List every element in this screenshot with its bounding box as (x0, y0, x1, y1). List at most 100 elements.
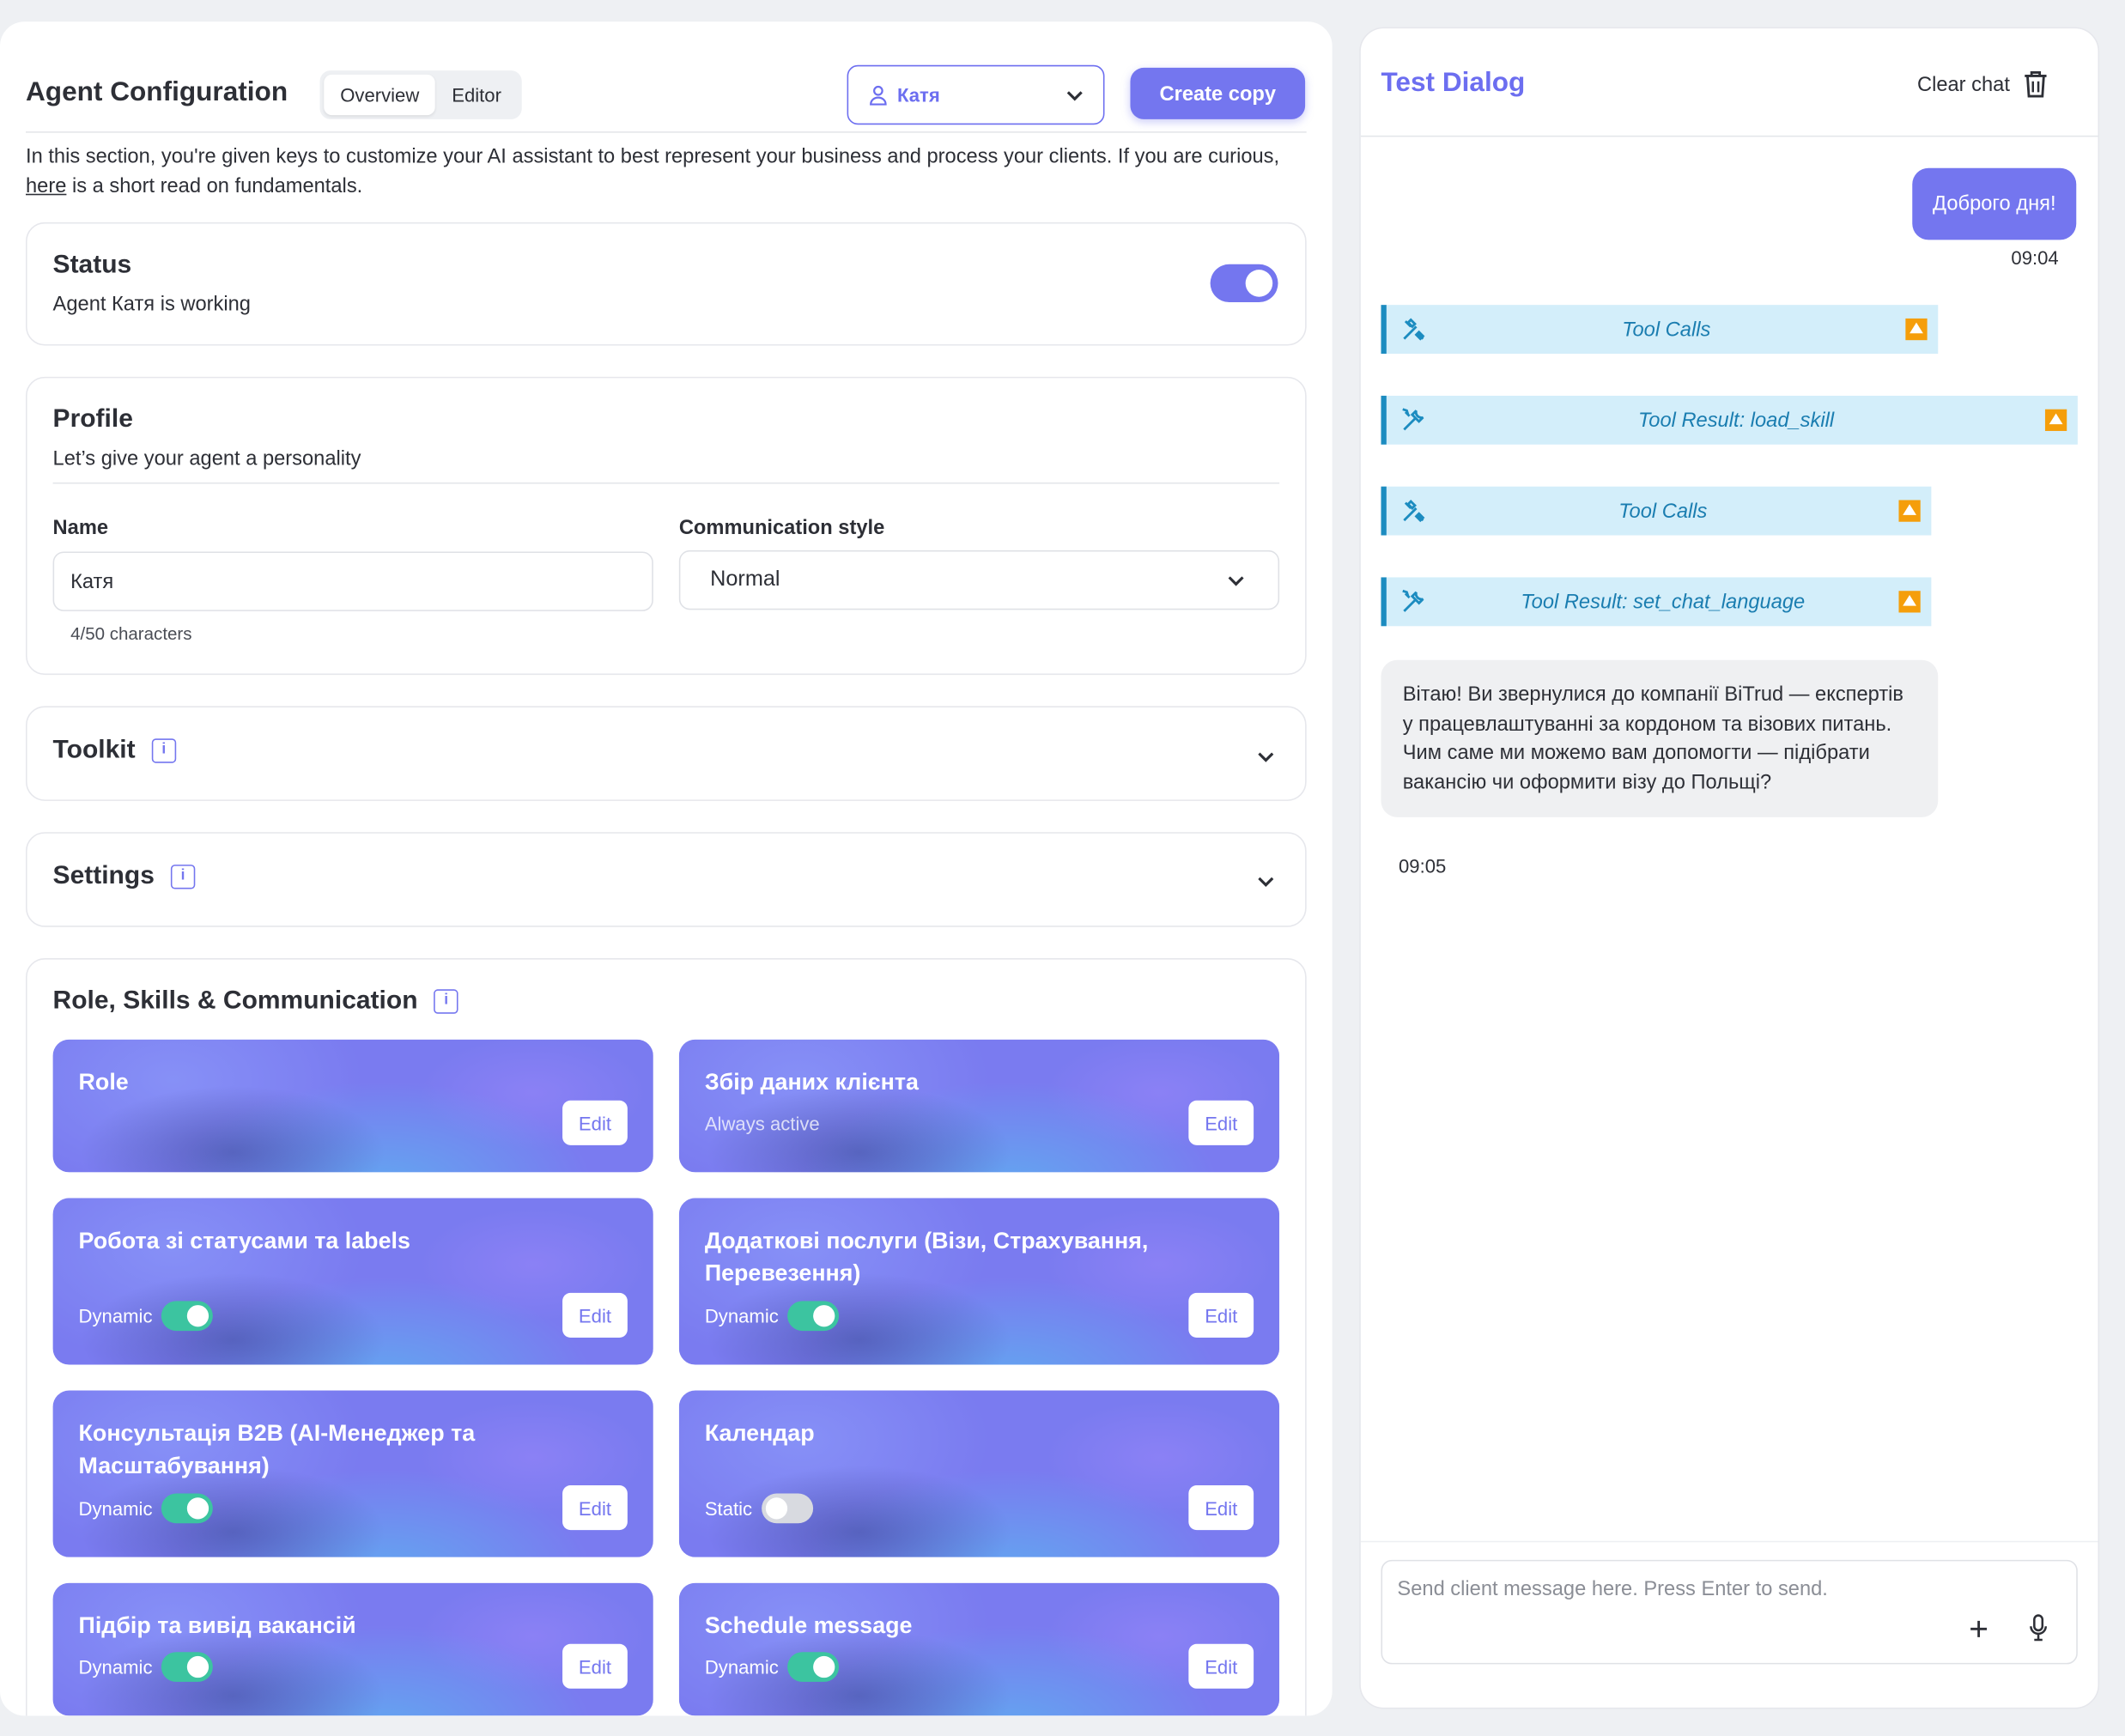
skill-tile-calendar[interactable]: Календар Static Edit (678, 1390, 1280, 1557)
skill-toggle[interactable] (161, 1493, 214, 1524)
name-label: Name (52, 516, 109, 540)
skill-mode: Dynamic (78, 1497, 153, 1520)
assistant-message: Вітаю! Ви звернулися до компанії BiTrud … (1381, 659, 1939, 817)
status-toggle[interactable] (1210, 264, 1278, 303)
skill-mode-row: Dynamic (78, 1493, 214, 1524)
warning-icon (2044, 409, 2067, 431)
dialog-title: Test Dialog (1381, 67, 1526, 98)
edit-button[interactable]: Edit (1188, 1100, 1254, 1145)
tool-call-label: Tool Calls (1618, 499, 1708, 523)
warning-icon (1898, 591, 1921, 613)
skill-mode-row: Static (705, 1493, 814, 1524)
view-tabs: Overview Editor (319, 70, 522, 119)
name-input[interactable]: Катя (52, 551, 653, 611)
skill-title: Role (78, 1069, 129, 1096)
tools-icon (1403, 318, 1425, 341)
warning-icon (1898, 500, 1921, 522)
microphone-icon[interactable] (2029, 1614, 2048, 1642)
status-card: Status Agent Катя is working (25, 222, 1307, 346)
skill-toggle[interactable] (762, 1493, 814, 1524)
settings-title: Settings (52, 861, 155, 891)
info-icon[interactable]: i (151, 738, 176, 763)
edit-button[interactable]: Edit (1188, 1485, 1254, 1531)
wrench-screwdriver-icon (1402, 589, 1424, 612)
skill-toggle[interactable] (787, 1652, 840, 1682)
chevron-down-icon (1066, 91, 1083, 101)
skill-toggle[interactable] (161, 1652, 214, 1682)
chevron-down-icon[interactable] (1256, 871, 1275, 890)
skill-title: Schedule message (704, 1612, 913, 1639)
skill-toggle[interactable] (787, 1301, 840, 1332)
trash-icon (2025, 71, 2047, 98)
toolkit-card[interactable]: Toolkit i (25, 706, 1307, 801)
divider (52, 482, 1280, 484)
skills-card: Role, Skills & Communication i Role Edit … (25, 957, 1307, 1716)
skill-tile-vacancies[interactable]: Підбір та вивід вакансій Dynamic Edit (52, 1582, 653, 1716)
status-subtitle: Agent Катя is working (52, 292, 251, 316)
tool-result-row[interactable]: Tool Result: set_chat_language (1381, 577, 1932, 627)
skill-tile-extra-services[interactable]: Додаткові послуги (Візи, Страхування, Пе… (678, 1198, 1280, 1365)
skill-mode: Dynamic (78, 1305, 153, 1327)
warning-icon (1905, 318, 1928, 341)
skill-title: Робота зі статусами та labels (78, 1228, 410, 1254)
skill-tile-schedule-message[interactable]: Schedule message Dynamic Edit (678, 1582, 1280, 1716)
tool-call-row[interactable]: Tool Calls (1381, 486, 1932, 536)
clear-chat-label: Clear chat (1916, 72, 2010, 96)
message-time: 09:05 (1399, 855, 1447, 877)
edit-button[interactable]: Edit (562, 1100, 628, 1145)
skill-title: Консультація B2B (AI-Менеджер та Масштаб… (78, 1420, 476, 1479)
profile-title: Profile (52, 404, 133, 434)
skill-tile-statuses[interactable]: Робота зі статусами та labels Dynamic Ed… (52, 1198, 653, 1365)
divider (1360, 1540, 2098, 1543)
agent-selector[interactable]: Катя (847, 64, 1105, 125)
chevron-down-icon (1228, 576, 1244, 586)
skill-tile-client-data[interactable]: Збір даних клієнта Always active Edit (678, 1039, 1280, 1173)
skill-title: Збір даних клієнта (704, 1069, 919, 1096)
communication-style-select[interactable]: Normal (678, 549, 1280, 610)
info-icon[interactable]: i (170, 865, 196, 889)
page-title: Agent Configuration (25, 76, 288, 107)
agent-selector-value: Катя (896, 83, 940, 106)
composer-placeholder: Send client message here. Press Enter to… (1397, 1577, 1828, 1601)
tool-result-row[interactable]: Tool Result: load_skill (1381, 395, 2078, 445)
tools-icon (1403, 500, 1425, 523)
skill-tile-b2b[interactable]: Консультація B2B (AI-Менеджер та Масштаб… (52, 1390, 653, 1557)
user-message: Доброго дня! (1912, 167, 2077, 240)
tool-result-label: Tool Result: set_chat_language (1521, 590, 1806, 614)
fundamentals-link[interactable]: here (26, 175, 66, 198)
config-topbar: Agent Configuration Overview Editor Катя… (25, 44, 1307, 133)
plus-icon[interactable] (1970, 1619, 1988, 1638)
settings-card[interactable]: Settings i (25, 832, 1307, 927)
tab-editor[interactable]: Editor (435, 75, 518, 115)
skills-title: Role, Skills & Communication (52, 986, 418, 1016)
skill-mode-row: Dynamic (704, 1301, 840, 1332)
create-copy-button[interactable]: Create copy (1130, 67, 1306, 119)
tool-result-label: Tool Result: load_skill (1637, 408, 1835, 432)
edit-button[interactable]: Edit (562, 1292, 628, 1338)
chevron-down-icon[interactable] (1256, 747, 1275, 766)
tab-overview[interactable]: Overview (324, 74, 436, 116)
edit-button[interactable]: Edit (562, 1643, 628, 1689)
tool-call-row[interactable]: Tool Calls (1381, 305, 1939, 354)
toolkit-title: Toolkit (52, 736, 136, 765)
skill-tile-role[interactable]: Role Edit (52, 1039, 653, 1173)
skill-title: Додаткові послуги (Візи, Страхування, Пе… (704, 1228, 1149, 1286)
edit-button[interactable]: Edit (562, 1485, 628, 1531)
communication-style-value: Normal (710, 568, 780, 592)
clear-chat-button[interactable]: Clear chat (1917, 70, 2049, 100)
skill-toggle[interactable] (161, 1301, 214, 1332)
tool-call-label: Tool Calls (1622, 318, 1711, 341)
skill-mode: Always active (704, 1112, 820, 1135)
info-icon[interactable]: i (434, 989, 458, 1014)
profile-card: Profile Let’s give your agent a personal… (25, 376, 1307, 676)
skill-mode: Dynamic (704, 1305, 779, 1327)
skill-title: Підбір та вивід вакансій (78, 1612, 356, 1639)
dialog-header: Test Dialog Clear chat (1360, 28, 2098, 137)
edit-button[interactable]: Edit (1188, 1643, 1254, 1689)
wrench-screwdriver-icon (1402, 408, 1424, 431)
message-composer[interactable]: Send client message here. Press Enter to… (1381, 1559, 2078, 1665)
skill-mode-row: Dynamic (705, 1652, 840, 1682)
edit-button[interactable]: Edit (1188, 1292, 1254, 1338)
skill-title: Календар (704, 1420, 815, 1447)
test-dialog-panel: Test Dialog Clear chat Доброго дня! 09:0… (1359, 27, 2100, 1709)
